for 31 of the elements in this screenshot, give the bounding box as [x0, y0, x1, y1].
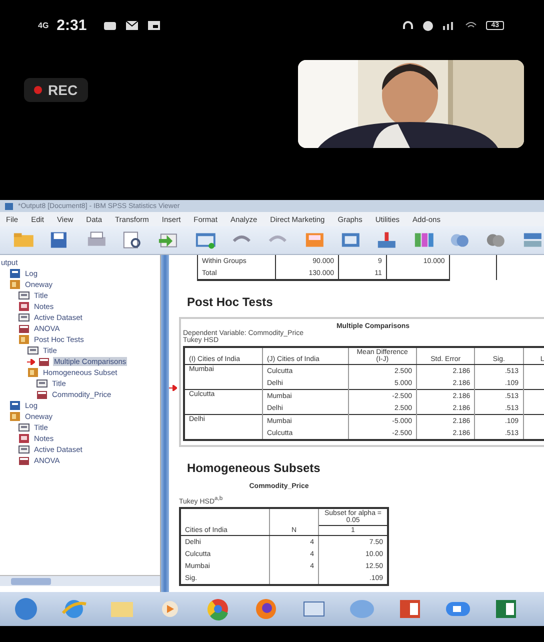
headphones-icon — [402, 20, 414, 30]
arrow-icon — [27, 358, 35, 364]
recording-indicator: REC — [24, 78, 88, 102]
table-cell — [386, 267, 450, 280]
clock: 2:31 — [56, 16, 87, 34]
section-heading: Post Hoc Tests — [187, 295, 274, 309]
log-icon — [9, 268, 21, 279]
calendar-icon — [146, 20, 161, 30]
book-icon — [18, 334, 30, 345]
book-icon — [9, 411, 21, 422]
network-type: 4G — [38, 20, 49, 30]
section-heading: Homogeneous Subsets — [187, 461, 322, 475]
table-icon — [38, 356, 50, 367]
title-icon — [18, 290, 30, 301]
table-icon — [36, 389, 48, 400]
title-icon — [36, 378, 48, 389]
splitter[interactable] — [161, 255, 169, 592]
mail-icon — [124, 20, 139, 30]
notes-icon — [18, 433, 30, 444]
table-icon — [18, 323, 30, 334]
title-icon — [18, 422, 30, 433]
notes-icon — [18, 301, 30, 312]
arrow-icon — [169, 385, 177, 391]
table-icon — [18, 455, 30, 466]
scroll-bar[interactable] — [0, 575, 160, 586]
book-icon — [27, 367, 39, 378]
book-icon — [9, 279, 21, 290]
title-icon — [18, 312, 30, 323]
title-icon — [27, 345, 39, 356]
title-icon — [18, 444, 30, 455]
log-icon — [9, 400, 21, 411]
